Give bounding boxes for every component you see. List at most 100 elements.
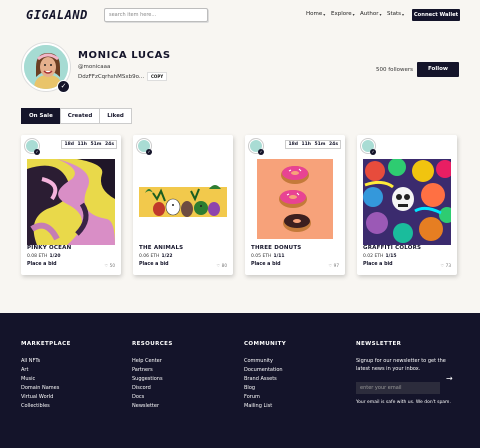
- like-button[interactable]: ♡ 73: [441, 263, 451, 268]
- site-logo[interactable]: GIGALAND: [26, 8, 88, 22]
- like-button[interactable]: ♡ 80: [217, 263, 227, 268]
- heart-icon: ♡: [104, 263, 109, 268]
- nft-card[interactable]: ✓ 18d 11h 51m 24s PINKY OCEAN 0.08 ETH 1/…: [21, 135, 121, 275]
- footer-link[interactable]: Documentation: [244, 366, 286, 375]
- nft-price: 0.06 ETH 1/22: [139, 254, 172, 259]
- like-button[interactable]: ♡ 50: [105, 263, 115, 268]
- price-value: 0.05 ETH: [251, 254, 272, 259]
- countdown-timer: 18d 11h 51m 24s: [61, 140, 117, 149]
- verified-check-icon: ✓: [258, 149, 264, 155]
- chevron-down-icon: ▾: [352, 11, 355, 17]
- like-count: 97: [333, 263, 339, 268]
- like-count: 50: [109, 263, 115, 268]
- footer-link[interactable]: Forum: [244, 393, 286, 402]
- footer-link[interactable]: Partners: [132, 366, 173, 375]
- nav-explore-label: Explore: [331, 11, 352, 17]
- like-button[interactable]: ♡ 97: [329, 263, 339, 268]
- edition-count: 1/20: [49, 254, 61, 259]
- place-bid-link[interactable]: Place a bid: [251, 262, 281, 267]
- heart-icon: ♡: [328, 263, 333, 268]
- site-header: GIGALAND search item here... Home ▾ Explo…: [0, 0, 480, 32]
- follow-button[interactable]: Follow: [417, 62, 459, 77]
- footer-column-resources: RESOURCES Help Center Partners Suggestio…: [132, 341, 173, 411]
- profile-tabs: On Sale Created Liked: [21, 108, 132, 124]
- verified-check-icon: ✓: [370, 149, 376, 155]
- chevron-down-icon: ▾: [402, 11, 405, 17]
- footer-link[interactable]: Brand Assets: [244, 375, 286, 384]
- connect-wallet-button[interactable]: Connect Wallet: [412, 9, 460, 21]
- footer-heading: MARKETPLACE: [21, 341, 71, 347]
- nav-stats[interactable]: Stats ▾: [387, 11, 404, 17]
- nft-card[interactable]: ✓ THE ANIMALS 0.06 ETH 1/22 Place a bid ♡…: [133, 135, 233, 275]
- heart-icon: ♡: [216, 263, 221, 268]
- footer-link[interactable]: Suggestions: [132, 375, 173, 384]
- nav-stats-label: Stats: [387, 11, 402, 17]
- nft-price: 0.08 ETH 1/20: [27, 254, 60, 259]
- verified-check-icon: ✓: [34, 149, 40, 155]
- footer-link[interactable]: Help Center: [132, 357, 173, 366]
- like-count: 73: [445, 263, 451, 268]
- nft-title[interactable]: GRAFFITI COLORS: [363, 245, 421, 251]
- place-bid-link[interactable]: Place a bid: [363, 262, 393, 267]
- nav-home-label: Home: [306, 11, 323, 17]
- footer-link[interactable]: Art: [21, 366, 71, 375]
- nft-price: 0.05 ETH 1/11: [251, 254, 284, 259]
- profile-name: MONICA LUCAS: [78, 50, 171, 61]
- footer-link[interactable]: Music: [21, 375, 71, 384]
- footer-link[interactable]: Collectibles: [21, 402, 71, 411]
- nav-home[interactable]: Home ▾: [306, 11, 325, 17]
- nft-card[interactable]: ✓ 18d 11h 51m 24s THREE DONUTS 0.05 ETH 1…: [245, 135, 345, 275]
- nft-image[interactable]: [251, 159, 339, 245]
- footer-column-community: COMMUNITY Community Documentation Brand …: [244, 341, 286, 411]
- footer-heading: NEWSLETTER: [356, 341, 402, 347]
- nft-image[interactable]: [27, 159, 115, 245]
- footer-link[interactable]: Discord: [132, 384, 173, 393]
- nft-image[interactable]: [139, 159, 227, 245]
- price-value: 0.08 ETH: [27, 254, 48, 259]
- countdown-timer: 18d 11h 51m 24s: [285, 140, 341, 149]
- site-footer: MARKETPLACE All NFTs Art Music Domain Na…: [0, 313, 480, 448]
- place-bid-link[interactable]: Place a bid: [139, 262, 169, 267]
- edition-count: 1/22: [161, 254, 173, 259]
- heart-icon: ♡: [440, 263, 445, 268]
- chevron-down-icon: ▾: [323, 11, 326, 17]
- nav-author[interactable]: Author ▾: [360, 11, 382, 17]
- search-input[interactable]: search item here...: [104, 8, 208, 22]
- nft-image[interactable]: [363, 159, 451, 245]
- footer-link[interactable]: All NFTs: [21, 357, 71, 366]
- nft-card[interactable]: ✓ GRAFFITI COLORS 0.02 ETH 1/15 Place a b…: [357, 135, 457, 275]
- like-count: 80: [221, 263, 227, 268]
- footer-newsletter: NEWSLETTER Signup for our newsletter to …: [356, 341, 456, 405]
- newsletter-privacy-note: Your email is safe with us. We don't spa…: [356, 400, 451, 405]
- copy-button[interactable]: COPY: [147, 72, 168, 81]
- footer-link[interactable]: Domain Names: [21, 384, 71, 393]
- footer-link[interactable]: Newsletter: [132, 402, 173, 411]
- footer-link[interactable]: Docs: [132, 393, 173, 402]
- footer-link[interactable]: Virtual World: [21, 393, 71, 402]
- edition-count: 1/11: [273, 254, 285, 259]
- wallet-address: DdzFFzCqrhshMSxb9o...: [78, 74, 145, 80]
- footer-link[interactable]: Blog: [244, 384, 286, 393]
- nft-title[interactable]: PINKY OCEAN: [27, 245, 71, 251]
- footer-heading: RESOURCES: [132, 341, 173, 347]
- nav-explore[interactable]: Explore ▾: [331, 11, 355, 17]
- footer-link[interactable]: Mailing List: [244, 402, 286, 411]
- price-value: 0.06 ETH: [139, 254, 160, 259]
- chevron-down-icon: ▾: [379, 11, 382, 17]
- newsletter-text: Signup for our newsletter to get the lat…: [356, 358, 446, 372]
- tab-liked[interactable]: Liked: [99, 108, 132, 124]
- nft-title[interactable]: THREE DONUTS: [251, 245, 301, 251]
- footer-link[interactable]: Community: [244, 357, 286, 366]
- nft-price: 0.02 ETH 1/15: [363, 254, 396, 259]
- place-bid-link[interactable]: Place a bid: [27, 262, 57, 267]
- verified-check-icon: ✓: [146, 149, 152, 155]
- nft-title[interactable]: THE ANIMALS: [139, 245, 183, 251]
- edition-count: 1/15: [385, 254, 397, 259]
- tab-created[interactable]: Created: [59, 108, 101, 124]
- followers-count: 500 followers: [376, 67, 413, 73]
- newsletter-email-input[interactable]: enter your email: [356, 382, 440, 394]
- nav-author-label: Author: [360, 11, 379, 17]
- arrow-right-icon[interactable]: →: [446, 373, 453, 385]
- price-value: 0.02 ETH: [363, 254, 384, 259]
- tab-on-sale[interactable]: On Sale: [21, 108, 61, 124]
